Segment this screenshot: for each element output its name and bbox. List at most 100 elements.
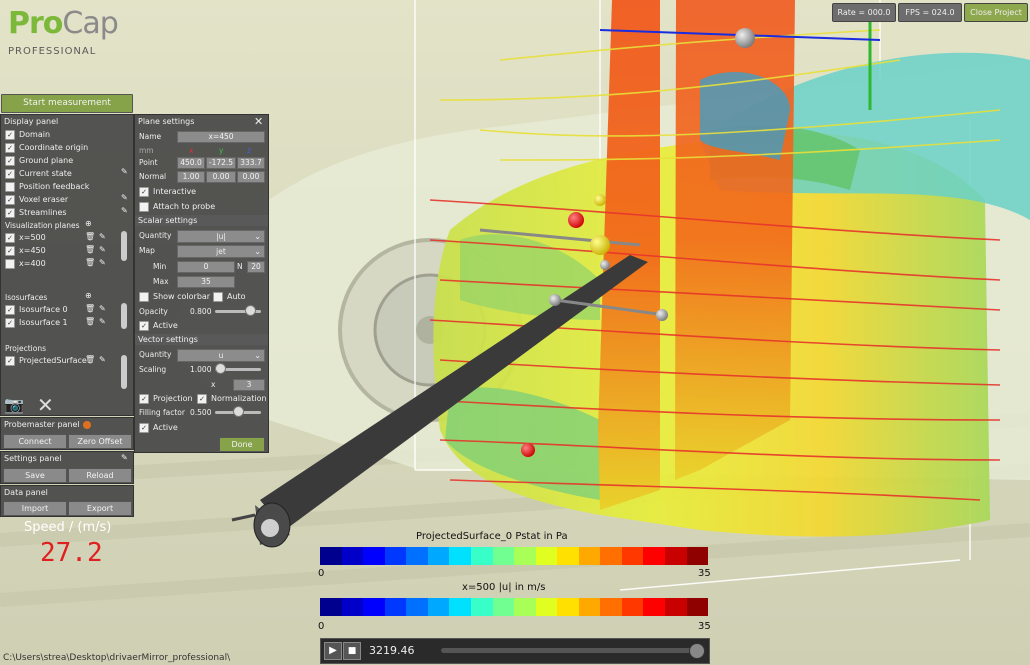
plane-item-x500[interactable]: ✓ x=500 (5, 232, 46, 243)
colorbar2 (320, 598, 709, 616)
checkbox[interactable]: ✓ (5, 168, 15, 179)
trash-icon[interactable]: 🗑 (85, 245, 95, 254)
add-isosurface-icon[interactable]: ⊕ (85, 291, 92, 300)
item-voxel-eraser[interactable]: ✓ Voxel eraser (5, 194, 68, 205)
isosurfaces-scrollbar[interactable] (121, 303, 127, 329)
close-project-button[interactable]: Close Project (964, 3, 1028, 22)
checkbox[interactable]: ✓ (5, 304, 15, 315)
timeline-slider[interactable] (441, 648, 691, 653)
add-plane-icon[interactable]: ⊕ (85, 219, 92, 228)
stride-input[interactable]: 3 (233, 379, 265, 391)
trash-icon[interactable]: 🗑 (85, 304, 95, 313)
edit-icon[interactable]: ✎ (121, 167, 128, 176)
isosurface-item-0[interactable]: ✓ Isosurface 0 (5, 304, 68, 315)
normalization-toggle[interactable]: ✓ Normalization (197, 393, 267, 404)
edit-icon[interactable]: ✎ (121, 453, 128, 462)
show-colorbar-toggle[interactable]: Show colorbar (139, 291, 210, 302)
item-position-feedback[interactable]: Position feedback (5, 181, 89, 192)
checkbox[interactable]: ✓ (139, 422, 149, 433)
checkbox[interactable]: ✓ (5, 232, 15, 243)
isosurface-item-1[interactable]: ✓ Isosurface 1 (5, 317, 68, 328)
item-ground-plane[interactable]: ✓ Ground plane (5, 155, 73, 166)
n-input[interactable]: 20 (247, 261, 265, 273)
trash-icon[interactable]: 🗑 (85, 258, 95, 267)
filling-factor-handle[interactable] (233, 406, 244, 417)
item-domain[interactable]: ✓ Domain (5, 129, 50, 140)
plane-item-x400[interactable]: x=400 (5, 258, 46, 269)
point-y-input[interactable]: -172.5 (206, 157, 236, 169)
data-panel-title: Data panel (4, 488, 48, 497)
colorbar1-min: 0 (318, 568, 325, 579)
edit-icon[interactable]: ✎ (99, 232, 106, 241)
planes-scrollbar[interactable] (121, 231, 127, 261)
min-input[interactable]: 0 (177, 261, 235, 273)
checkbox[interactable]: ✓ (5, 142, 15, 153)
trash-icon[interactable]: 🗑 (85, 317, 95, 326)
checkbox[interactable]: ✓ (5, 207, 15, 218)
connect-button[interactable]: Connect (3, 434, 67, 449)
checkbox[interactable]: ✓ (5, 129, 15, 140)
attach-to-probe-toggle[interactable]: Attach to probe (139, 201, 215, 212)
auto-toggle[interactable]: Auto (213, 291, 246, 302)
chevron-down-icon: ⌄ (254, 351, 261, 360)
checkbox[interactable] (139, 291, 149, 302)
scalar-active-toggle[interactable]: ✓ Active (139, 320, 178, 331)
play-icon[interactable]: ▶ (324, 642, 342, 660)
edit-icon[interactable]: ✎ (99, 258, 106, 267)
normal-y-input[interactable]: 0.00 (206, 171, 236, 183)
edit-icon[interactable]: ✎ (99, 304, 106, 313)
start-measurement-button[interactable]: Start measurement (1, 94, 133, 113)
edit-icon[interactable]: ✎ (121, 206, 128, 215)
max-input[interactable]: 35 (177, 276, 235, 288)
checkbox[interactable]: ✓ (5, 317, 15, 328)
scalar-quantity-dropdown[interactable]: |u| ⌄ (177, 230, 265, 243)
item-streamlines[interactable]: ✓ Streamlines (5, 207, 67, 218)
vector-quantity-dropdown[interactable]: u ⌄ (177, 349, 265, 362)
checkbox[interactable]: ✓ (5, 155, 15, 166)
checkbox[interactable]: ✓ (5, 194, 15, 205)
checkbox[interactable]: ✓ (139, 320, 149, 331)
trash-icon[interactable]: 🗑 (85, 355, 95, 364)
save-button[interactable]: Save (3, 468, 67, 483)
stop-icon[interactable]: ■ (343, 642, 361, 660)
interactive-toggle[interactable]: ✓ Interactive (139, 186, 196, 197)
plane-name-input[interactable]: x=450 (177, 131, 265, 143)
checkbox[interactable] (213, 291, 223, 302)
checkbox[interactable]: ✓ (197, 393, 207, 404)
point-z-input[interactable]: 333.7 (237, 157, 265, 169)
vector-active-toggle[interactable]: ✓ Active (139, 422, 178, 433)
edit-icon[interactable]: ✎ (99, 317, 106, 326)
checkbox[interactable]: ✓ (139, 186, 149, 197)
done-button[interactable]: Done (219, 437, 265, 452)
normal-x-input[interactable]: 1.00 (177, 171, 205, 183)
import-button[interactable]: Import (3, 501, 67, 516)
timeline-handle[interactable] (689, 643, 705, 659)
opacity-slider-handle[interactable] (245, 305, 256, 316)
close-icon[interactable]: ✕ (254, 115, 263, 128)
item-current-state[interactable]: ✓ Current state (5, 168, 72, 179)
colormap-dropdown[interactable]: jet ⌄ (177, 245, 265, 258)
checkbox[interactable]: ✓ (5, 245, 15, 256)
checkbox[interactable] (5, 258, 15, 269)
trash-icon[interactable]: 🗑 (85, 232, 95, 241)
edit-icon[interactable]: ✎ (99, 355, 106, 364)
normal-z-input[interactable]: 0.00 (237, 171, 265, 183)
checkbox[interactable] (139, 201, 149, 212)
reload-button[interactable]: Reload (68, 468, 132, 483)
projection-toggle[interactable]: ✓ Projection (139, 393, 193, 404)
item-coordinate-origin[interactable]: ✓ Coordinate origin (5, 142, 88, 153)
point-x-input[interactable]: 450.0 (177, 157, 205, 169)
scaling-slider-handle[interactable] (215, 363, 226, 374)
projections-scrollbar[interactable] (121, 355, 127, 389)
projection-item-0[interactable]: ✓ ProjectedSurface (5, 355, 87, 366)
edit-icon[interactable]: ✎ (99, 245, 106, 254)
plane-item-x450[interactable]: ✓ x=450 (5, 245, 46, 256)
checkbox[interactable] (5, 181, 15, 192)
checkbox[interactable]: ✓ (5, 355, 15, 366)
edit-icon[interactable]: ✎ (121, 193, 128, 202)
camera-icon[interactable]: 📷 (4, 395, 24, 414)
checkbox[interactable]: ✓ (139, 393, 149, 404)
export-button[interactable]: Export (68, 501, 132, 516)
close-icon[interactable]: ✕ (37, 393, 54, 417)
zero-offset-button[interactable]: Zero Offset (68, 434, 132, 449)
